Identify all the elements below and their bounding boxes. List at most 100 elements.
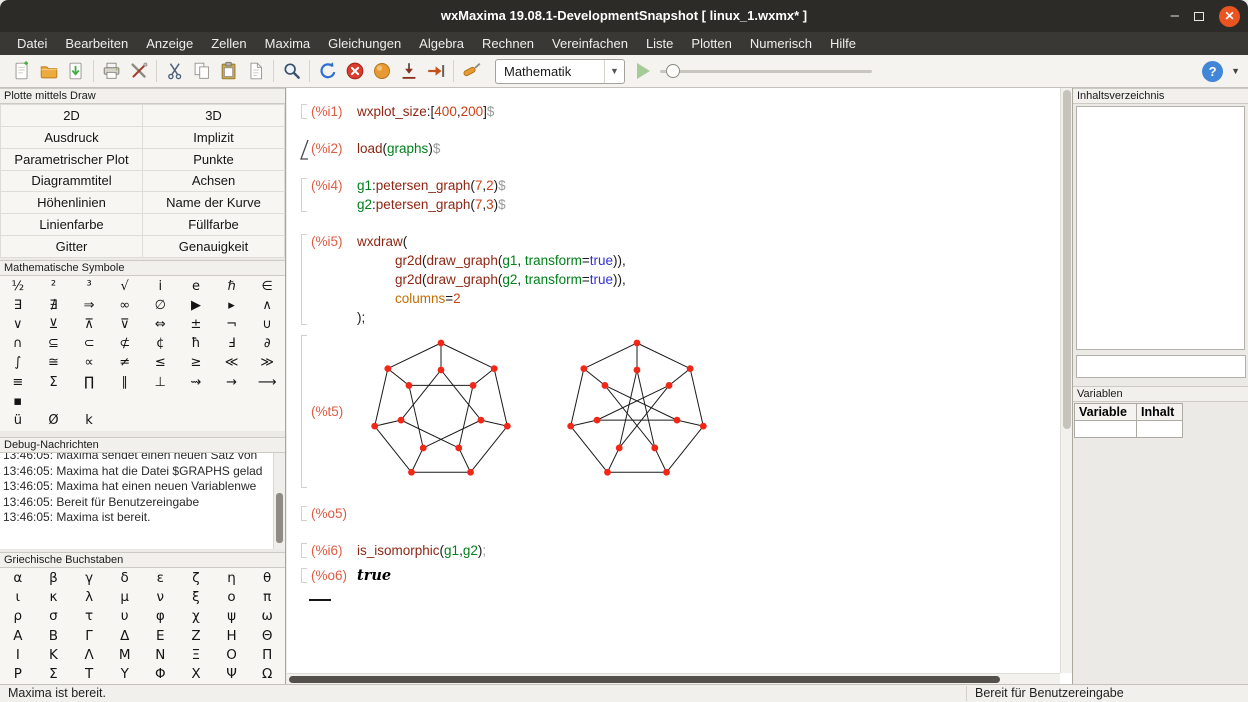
cell-bracket[interactable]	[297, 139, 311, 158]
worksheet-horizontal-scrollbar[interactable]	[287, 673, 1060, 684]
variables-cell-variable[interactable]	[1075, 421, 1137, 438]
restart-maxima-icon[interactable]	[314, 58, 341, 85]
toolbar-overflow-icon[interactable]: ▼	[1231, 66, 1240, 76]
greek-letter-button[interactable]: T	[71, 664, 107, 683]
menu-algebra[interactable]: Algebra	[410, 32, 473, 55]
symbol-button[interactable]: ≥	[178, 353, 214, 372]
variables-column-inhalt[interactable]: Inhalt	[1137, 404, 1183, 421]
cell-bracket[interactable]	[297, 232, 311, 327]
draw-button-fullfarbe[interactable]: Füllfarbe	[143, 214, 284, 235]
cell-bracket[interactable]	[297, 102, 311, 121]
symbol-button[interactable]: ∅	[143, 296, 179, 315]
symbol-button[interactable]: ⇝	[178, 372, 214, 391]
symbol-button[interactable]: ⇔	[143, 315, 179, 334]
greek-letter-button[interactable]: B	[36, 626, 72, 645]
print-icon[interactable]	[98, 58, 125, 85]
symbol-button[interactable]: ü	[0, 411, 36, 430]
draw-button-ausdruck[interactable]: Ausdruck	[1, 127, 142, 148]
symbol-button[interactable]: ∪	[249, 315, 285, 334]
open-icon[interactable]	[35, 58, 62, 85]
titlebar[interactable]: wxMaxima 19.08.1-DevelopmentSnapshot [ l…	[0, 0, 1248, 32]
menu-bearbeiten[interactable]: Bearbeiten	[56, 32, 137, 55]
symbol-button[interactable]: ▶	[178, 296, 214, 315]
symbol-button[interactable]: ℏ	[214, 277, 250, 296]
draw-button-parametrischer-plot[interactable]: Parametrischer Plot	[1, 149, 142, 170]
greek-letter-button[interactable]: M	[107, 645, 143, 664]
greek-letter-button[interactable]: ο	[214, 587, 250, 606]
draw-button-implizit[interactable]: Implizit	[143, 127, 284, 148]
symbol-button[interactable]: ∫	[0, 353, 36, 372]
code-line[interactable]: load(graphs)$	[357, 139, 1060, 158]
evaluate-all-icon[interactable]	[395, 58, 422, 85]
worksheet[interactable]: (%i1)wxplot_size:[400,200]$(%i2)load(gra…	[287, 88, 1072, 684]
save-icon[interactable]	[62, 58, 89, 85]
symbol-button[interactable]: ¢	[143, 334, 179, 353]
new-document-icon[interactable]	[8, 58, 35, 85]
resize-grip[interactable]	[1233, 687, 1247, 701]
code-line[interactable]: is_isomorphic(g1,g2);	[357, 541, 1060, 560]
greek-letter-button[interactable]: ζ	[178, 568, 214, 587]
greek-letter-button[interactable]: Γ	[71, 626, 107, 645]
menu-gleichungen[interactable]: Gleichungen	[319, 32, 410, 55]
greek-letter-button[interactable]: H	[214, 626, 250, 645]
greek-letter-button[interactable]: E	[143, 626, 179, 645]
greek-letter-button[interactable]: λ	[71, 587, 107, 606]
menu-maxima[interactable]: Maxima	[256, 32, 320, 55]
symbol-button[interactable]: ⊥	[143, 372, 179, 391]
symbol-button[interactable]: ∥	[107, 372, 143, 391]
symbol-button[interactable]: ∝	[71, 353, 107, 372]
cell-style-select[interactable]: Mathematik ▼	[495, 59, 625, 84]
evaluate-queue-icon[interactable]	[368, 58, 395, 85]
symbol-button[interactable]: ∧	[249, 296, 285, 315]
cut-icon[interactable]	[161, 58, 188, 85]
symbol-button[interactable]: ⊻	[36, 315, 72, 334]
symbol-button[interactable]: ▪	[0, 392, 36, 411]
greek-letter-button[interactable]: Ξ	[178, 645, 214, 664]
interrupt-icon[interactable]	[341, 58, 368, 85]
symbol-button[interactable]: ≅	[36, 353, 72, 372]
symbol-button[interactable]: ∂	[249, 334, 285, 353]
configure-icon[interactable]	[125, 58, 152, 85]
greek-letter-button[interactable]: η	[214, 568, 250, 587]
greek-letter-button[interactable]: P	[0, 664, 36, 683]
draw-button-3d[interactable]: 3D	[143, 105, 284, 126]
symbol-button[interactable]: ≪	[214, 353, 250, 372]
greek-letter-button[interactable]: Y	[107, 664, 143, 683]
greek-letter-button[interactable]: τ	[71, 607, 107, 626]
cell-bracket[interactable]	[297, 333, 311, 490]
symbol-button[interactable]: ħ	[178, 334, 214, 353]
greek-letter-button[interactable]: ψ	[214, 607, 250, 626]
paste-icon[interactable]	[215, 58, 242, 85]
menu-rechnen[interactable]: Rechnen	[473, 32, 543, 55]
draw-button-name-der-kurve[interactable]: Name der Kurve	[143, 192, 284, 213]
draw-button-genauigkeit[interactable]: Genauigkeit	[143, 236, 284, 257]
variables-column-variable[interactable]: Variable	[1075, 404, 1137, 421]
greek-letter-button[interactable]: κ	[36, 587, 72, 606]
menu-numerisch[interactable]: Numerisch	[741, 32, 821, 55]
symbol-button[interactable]: √	[107, 277, 143, 296]
help-button[interactable]: ?	[1202, 61, 1223, 82]
code-line[interactable]: columns=2	[357, 289, 1060, 308]
greek-letter-button[interactable]: Ω	[249, 664, 285, 683]
symbol-button[interactable]: ∏	[71, 372, 107, 391]
greek-letter-button[interactable]: ε	[143, 568, 179, 587]
greek-letter-button[interactable]: γ	[71, 568, 107, 587]
greek-letter-button[interactable]: χ	[178, 607, 214, 626]
greek-letter-button[interactable]: N	[143, 645, 179, 664]
symbol-button[interactable]: ▸	[214, 296, 250, 315]
symbol-button[interactable]: ∄	[36, 296, 72, 315]
draw-button-gitter[interactable]: Gitter	[1, 236, 142, 257]
menu-vereinfachen[interactable]: Vereinfachen	[543, 32, 637, 55]
symbol-button[interactable]: i	[143, 277, 179, 296]
draw-button-diagrammtitel[interactable]: Diagrammtitel	[1, 171, 142, 192]
minimize-button[interactable]: –	[1171, 12, 1179, 20]
debug-scrollbar-thumb[interactable]	[276, 493, 283, 543]
symbol-button[interactable]: ⊄	[107, 334, 143, 353]
symbol-button[interactable]: ∩	[0, 334, 36, 353]
symbol-button[interactable]: ≤	[143, 353, 179, 372]
greek-letter-button[interactable]: Π	[249, 645, 285, 664]
greek-letter-button[interactable]: α	[0, 568, 36, 587]
greek-letter-button[interactable]: Σ	[36, 664, 72, 683]
symbol-button[interactable]: ⇒	[71, 296, 107, 315]
vertical-scrollbar-thumb[interactable]	[1063, 90, 1071, 429]
